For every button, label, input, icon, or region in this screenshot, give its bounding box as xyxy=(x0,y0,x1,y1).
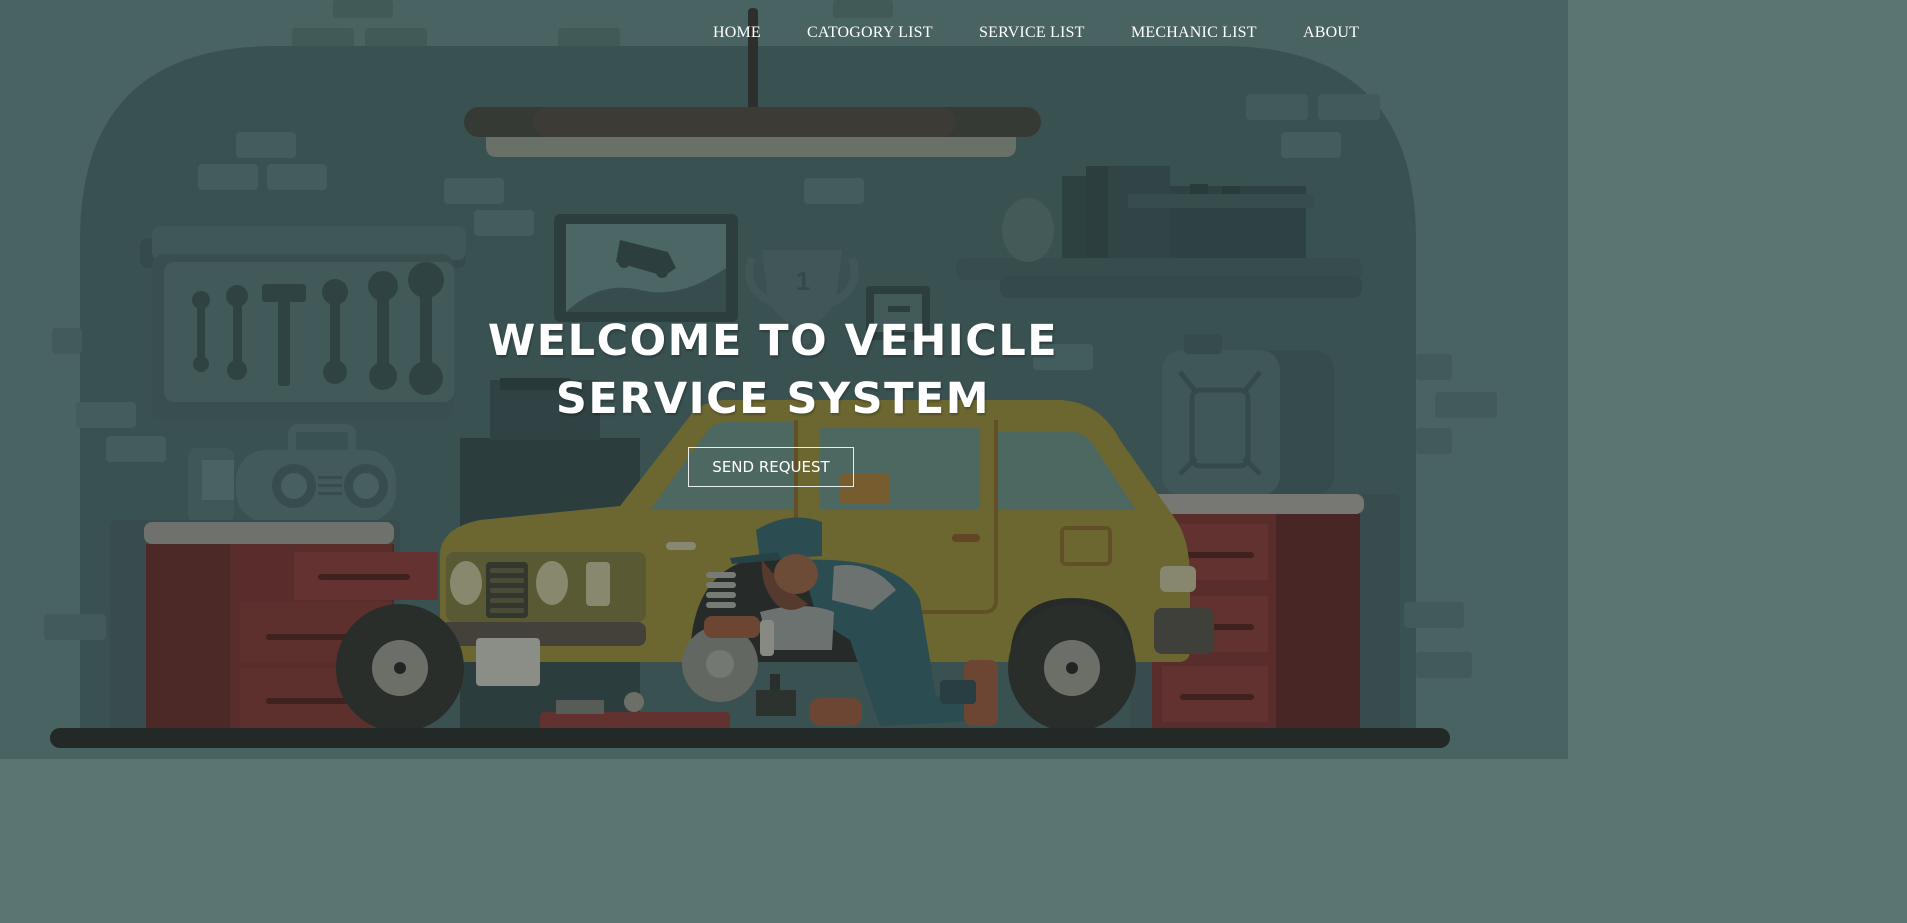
hero-title-line-1: WELCOME TO VEHICLE xyxy=(487,316,1059,366)
send-request-button[interactable]: SEND REQUEST xyxy=(688,447,854,487)
nav-category-list[interactable]: CATOGORY LIST xyxy=(807,24,933,42)
nav-mechanic-list[interactable]: MECHANIC LIST xyxy=(1131,24,1257,42)
nav-home[interactable]: HOME xyxy=(713,24,761,42)
main-nav: HOME CATOGORY LIST SERVICE LIST MECHANIC… xyxy=(0,24,1568,48)
hero-title-line-2: SERVICE SYSTEM xyxy=(555,374,991,424)
trophy-number: 1 xyxy=(796,266,810,296)
nav-about[interactable]: ABOUT xyxy=(1303,24,1359,42)
nav-service-list[interactable]: SERVICE LIST xyxy=(979,24,1085,42)
hero-title: WELCOME TO VEHICLE SERVICE SYSTEM xyxy=(440,312,1106,428)
